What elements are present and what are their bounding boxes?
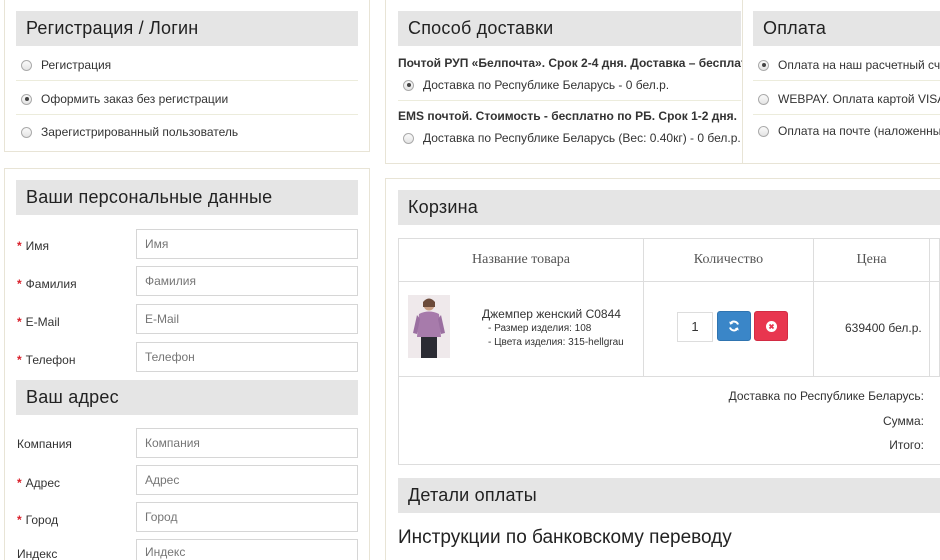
radio-payment-webpay[interactable]: WEBPAY. Оплата картой VISA или xyxy=(758,92,940,106)
last-name-label: * Фамилия xyxy=(17,277,77,291)
postcode-label: Индекс xyxy=(17,547,58,560)
column-extra xyxy=(929,238,940,282)
divider xyxy=(16,114,358,115)
totals-subtotal-label: Сумма: xyxy=(882,414,924,428)
radio-register-label: Регистрация xyxy=(41,58,112,72)
radio-payment-cod[interactable]: Оплата на почте (наложенным пл xyxy=(758,124,940,138)
column-quantity: Количество xyxy=(643,238,814,282)
company-input[interactable] xyxy=(136,428,358,458)
delivery-method-title-belpochta: Почтой РУП «Белпочта». Срок 2-4 дня. Дос… xyxy=(398,56,765,70)
column-product-name: Название товара xyxy=(397,238,645,282)
personal-data-title: Ваши персональные данные xyxy=(16,180,358,215)
radio-payment-cod-label: Оплата на почте (наложенным пл xyxy=(778,124,940,138)
divider xyxy=(753,80,940,81)
cart-item-extra-cell xyxy=(929,281,940,377)
company-label: Компания xyxy=(17,437,72,451)
close-circle-icon xyxy=(765,320,777,332)
cart-table-header: Название товара Количество Цена xyxy=(397,238,940,282)
divider xyxy=(753,114,940,115)
refresh-quantity-button[interactable] xyxy=(717,311,751,341)
cart-item-color: - Цвета изделия: 315-hellgrau xyxy=(488,337,624,348)
address-label: * Адрес xyxy=(17,476,61,490)
product-thumbnail[interactable] xyxy=(408,295,450,358)
divider xyxy=(16,80,358,81)
refresh-icon xyxy=(729,320,739,332)
radio-payment-cod-control[interactable] xyxy=(758,125,769,137)
cart-table: Название товара Количество Цена xyxy=(397,238,940,465)
postcode-input[interactable] xyxy=(136,539,358,560)
radio-payment-webpay-control[interactable] xyxy=(758,93,769,105)
totals-delivery-label: Доставка по Республике Беларусь: xyxy=(728,389,924,403)
divider xyxy=(398,100,741,101)
radio-payment-bank[interactable]: Оплата на наш расчетный счет по xyxy=(758,58,940,72)
cart-item-price: 639400 бел.р. xyxy=(845,321,922,335)
cart-item-size: - Размер изделия: 108 xyxy=(488,323,592,334)
radio-guest-checkout-control[interactable] xyxy=(21,93,32,105)
radio-delivery-belpochta[interactable]: Доставка по Республике Беларусь - 0 бел.… xyxy=(403,78,669,92)
cart-item-name[interactable]: Джемпер женский С0844 xyxy=(482,307,621,321)
delivery-panel-title: Способ доставки xyxy=(398,11,741,46)
address-title: Ваш адрес xyxy=(16,380,358,415)
phone-label: * Телефон xyxy=(17,353,76,367)
radio-delivery-ems-label: Доставка по Республике Беларусь (Вес: 0.… xyxy=(423,131,741,145)
city-input[interactable] xyxy=(136,502,358,532)
city-label: * Город xyxy=(17,513,59,527)
radio-registered-user[interactable]: Зарегистрированный пользователь xyxy=(21,125,238,139)
email-input[interactable] xyxy=(136,304,358,334)
radio-guest-checkout[interactable]: Оформить заказ без регистрации xyxy=(21,92,228,106)
column-price: Цена xyxy=(812,238,931,282)
radio-delivery-ems-control[interactable] xyxy=(403,132,414,144)
radio-payment-webpay-label: WEBPAY. Оплата картой VISA или xyxy=(778,92,940,106)
product-photo-icon xyxy=(408,295,450,358)
payment-details-title: Детали оплаты xyxy=(398,478,940,513)
last-name-input[interactable] xyxy=(136,266,358,296)
radio-delivery-ems[interactable]: Доставка по Республике Беларусь (Вес: 0.… xyxy=(403,131,741,145)
radio-payment-bank-control[interactable] xyxy=(758,59,769,71)
radio-guest-checkout-label: Оформить заказ без регистрации xyxy=(41,92,229,106)
registration-panel-title: Регистрация / Логин xyxy=(16,11,358,46)
radio-registered-user-control[interactable] xyxy=(21,126,32,138)
address-input[interactable] xyxy=(136,465,358,495)
radio-delivery-belpochta-label: Доставка по Республике Беларусь - 0 бел.… xyxy=(423,78,670,92)
radio-registered-user-label: Зарегистрированный пользователь xyxy=(41,125,239,139)
payment-panel-title: Оплата xyxy=(753,11,940,46)
cart-title: Корзина xyxy=(398,190,940,225)
radio-register[interactable]: Регистрация xyxy=(21,58,111,72)
first-name-input[interactable] xyxy=(136,229,358,259)
radio-payment-bank-label: Оплата на наш расчетный счет по xyxy=(778,58,940,72)
phone-input[interactable] xyxy=(136,342,358,372)
totals-total-label: Итого: xyxy=(889,438,924,452)
bank-transfer-instructions-title: Инструкции по банковскому переводу xyxy=(398,527,732,548)
first-name-label: * Имя xyxy=(17,239,50,253)
delivery-method-title-ems: EMS почтой. Стоимость - бесплатно по РБ.… xyxy=(398,109,737,123)
email-label: * E-Mail xyxy=(17,315,60,329)
payment-options: Оплата на наш расчетный счет по WEBPAY. … xyxy=(753,46,940,156)
remove-item-button[interactable] xyxy=(754,311,788,341)
quantity-input[interactable]: 1 xyxy=(677,312,713,342)
radio-delivery-belpochta-control[interactable] xyxy=(403,79,414,91)
radio-register-control[interactable] xyxy=(21,59,32,71)
